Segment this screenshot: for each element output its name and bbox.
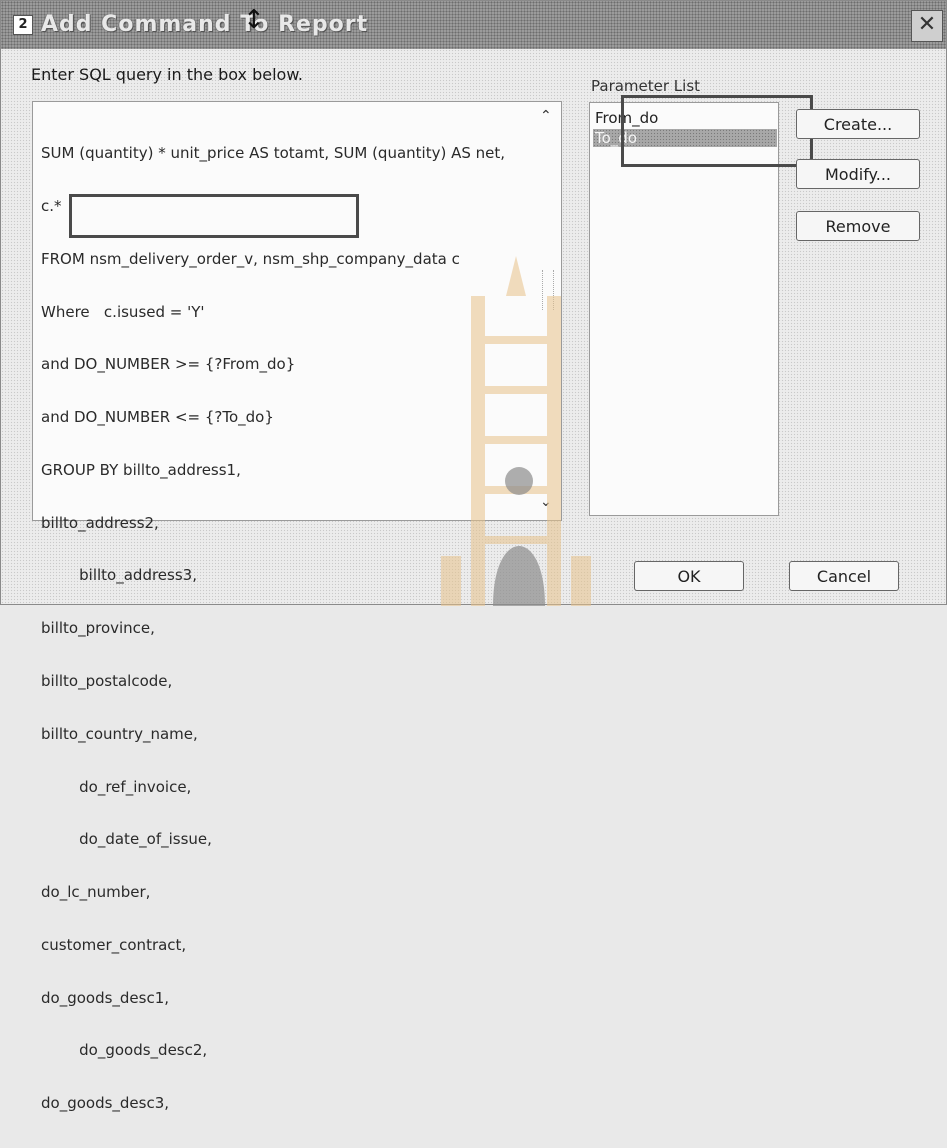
sql-line: GROUP BY billto_address1, [41,460,241,479]
window-title: Add Command To Report [41,12,369,37]
sql-line: FROM nsm_delivery_order_v, nsm_shp_compa… [41,249,460,268]
close-button[interactable]: ✕ [911,10,943,42]
sql-line: customer_contract, [41,935,187,954]
sql-line: billto_country_name, [41,724,198,743]
sql-line: do_goods_desc1, [41,988,170,1007]
sql-line: Where c.isused = 'Y' [41,302,205,321]
ok-button[interactable]: OK [634,561,744,591]
sql-line: SUM (quantity) * unit_price AS totamt, S… [41,144,506,163]
sql-line: billto_province, [41,619,155,638]
sql-line: billto_address2, [41,513,159,532]
sql-line: do_goods_desc3, [41,1094,170,1113]
sql-line: do_ref_invoice, [41,777,192,796]
sql-line: do_lc_number, [41,883,151,902]
create-button[interactable]: Create... [796,109,920,139]
sql-query-text[interactable]: SUM (quantity) * unit_price AS totamt, S… [41,110,541,1148]
app-icon: 2 [13,15,33,35]
sql-line: and DO_NUMBER <= {?To_do} [41,408,274,427]
parameter-list-label: Parameter List [591,77,701,95]
scroll-up-icon[interactable]: ⌃ [540,108,552,124]
sql-line: do_date_of_issue, [41,830,212,849]
sql-line: billto_address3, [41,566,197,585]
scrollbar-thumb[interactable] [542,270,554,310]
modify-button[interactable]: Modify... [796,159,920,189]
sql-prompt-label: Enter SQL query in the box below. [31,65,304,84]
title-bar[interactable]: 2 Add Command To Report ↕ ✕ [1,1,946,49]
sql-line: and DO_NUMBER >= {?From_do} [41,355,296,374]
cancel-button[interactable]: Cancel [789,561,899,591]
sql-line: do_goods_desc2, [41,1041,208,1060]
scroll-down-icon[interactable]: ⌄ [540,494,552,510]
remove-button[interactable]: Remove [796,211,920,241]
sql-line: billto_postalcode, [41,672,173,690]
sql-query-textarea[interactable]: SUM (quantity) * unit_price AS totamt, S… [32,101,562,1112]
add-command-dialog: 2 Add Command To Report ↕ ✕ Enter SQL qu… [0,0,947,1112]
resize-cursor-icon: ↕ [243,5,265,35]
annotation-highlight-sql [69,194,359,238]
annotation-highlight-params [621,95,813,167]
